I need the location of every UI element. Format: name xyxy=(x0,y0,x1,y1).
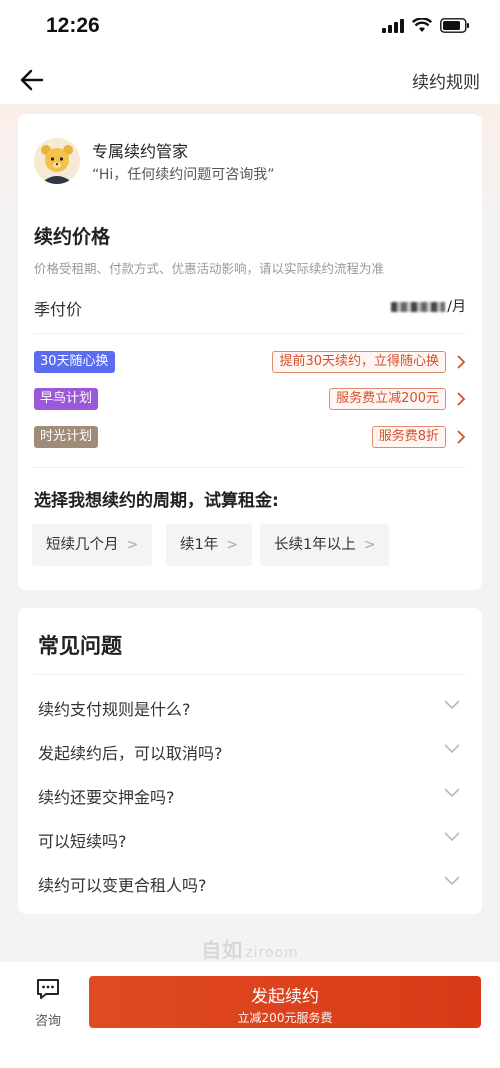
faq-item[interactable]: 发起续约后，可以取消吗? xyxy=(38,730,466,770)
period-option-long[interactable]: 长续1年以上 > xyxy=(260,524,390,566)
promo-row-early-bird[interactable]: 早鸟计划 服务费立减200元 xyxy=(34,388,466,412)
faq-item[interactable]: 续约还要交押金吗? xyxy=(38,774,466,814)
promo-desc: 服务费8折 xyxy=(371,426,446,448)
divider xyxy=(34,467,466,468)
bear-mascot-icon xyxy=(34,138,80,184)
renewal-rules-link[interactable]: 续约规则 xyxy=(412,68,480,93)
redacted-price xyxy=(391,302,446,312)
promo-right: 服务费8折 xyxy=(371,426,466,448)
renewal-card: 专属续约管家 “Hi，任何续约问题可咨询我” 续约价格 价格受租期、付款方式、优… xyxy=(18,114,482,590)
consult-label: 咨询 xyxy=(34,1014,61,1029)
divider xyxy=(34,333,466,334)
price-unit: /月 xyxy=(447,299,466,315)
status-bar: 12:26 xyxy=(0,0,500,56)
period-option-label: 长续1年以上 xyxy=(274,537,356,553)
promo-desc: 服务费立减200元 xyxy=(329,388,446,410)
chevron-right-icon xyxy=(457,430,466,444)
chevron-right-icon: > xyxy=(363,537,376,553)
period-option-label: 短续几个月 xyxy=(46,537,119,553)
faq-title: 常见问题 xyxy=(38,634,122,658)
watermark-cn: 自如 xyxy=(201,938,244,962)
consult-button[interactable]: 咨询 xyxy=(26,976,70,1029)
faq-item[interactable]: 续约支付规则是什么? xyxy=(38,686,466,726)
faq-item[interactable]: 可以短续吗? xyxy=(38,818,466,858)
chat-bubble-icon xyxy=(37,979,59,999)
chevron-down-icon xyxy=(444,788,460,798)
faq-item[interactable]: 续约可以变更合租人吗? xyxy=(38,862,466,902)
calc-title: 选择我想续约的周期，试算租金: xyxy=(34,491,279,511)
chevron-down-icon xyxy=(444,744,460,754)
advisor-name: 专属续约管家 xyxy=(92,142,189,161)
promo-desc: 提前30天续约，立得随心换 xyxy=(272,351,446,373)
period-option-short[interactable]: 短续几个月 > xyxy=(32,524,153,566)
back-arrow-icon[interactable] xyxy=(18,66,46,94)
promo-tag: 时光计划 xyxy=(34,426,99,448)
faq-question: 续约还要交押金吗? xyxy=(38,788,175,807)
cellular-signal-icon xyxy=(382,18,404,33)
promo-right: 提前30天续约，立得随心换 xyxy=(272,351,466,373)
cta-sub-label: 立减200元服务费 xyxy=(237,1011,333,1025)
battery-icon xyxy=(440,18,469,33)
status-icons xyxy=(382,18,470,33)
faq-card: 常见问题 续约支付规则是什么? 发起续约后，可以取消吗? 续约还要交押金吗? 可… xyxy=(18,608,482,914)
pricing-title: 续约价格 xyxy=(34,226,111,248)
faq-question: 续约可以变更合租人吗? xyxy=(38,876,207,895)
promo-row-time-plan[interactable]: 时光计划 服务费8折 xyxy=(34,426,466,450)
chevron-down-icon xyxy=(444,832,460,842)
ziroom-watermark: 自如 ziroom xyxy=(0,934,500,963)
advisor-message: “Hi，任何续约问题可咨询我” xyxy=(92,167,275,183)
cta-main-label: 发起续约 xyxy=(251,987,319,1007)
chevron-right-icon xyxy=(457,355,466,369)
pricing-note: 价格受租期、付款方式、优惠活动影响，请以实际续约流程为准 xyxy=(34,261,385,276)
advisor-section[interactable]: 专属续约管家 “Hi，任何续约问题可咨询我” xyxy=(34,138,454,198)
chevron-down-icon xyxy=(444,700,460,710)
promo-right: 服务费立减200元 xyxy=(329,388,466,410)
quarterly-price-label: 季付价 xyxy=(34,300,83,319)
quarterly-price-value: /月 xyxy=(391,296,466,316)
faq-question: 发起续约后，可以取消吗? xyxy=(38,744,223,763)
advisor-avatar xyxy=(34,138,80,184)
promo-tag: 早鸟计划 xyxy=(34,388,99,410)
faq-question: 可以短续吗? xyxy=(38,832,127,851)
watermark-en: ziroom xyxy=(245,945,299,961)
start-renewal-button[interactable]: 发起续约 立减200元服务费 xyxy=(89,976,481,1028)
status-time: 12:26 xyxy=(46,14,100,37)
chevron-right-icon: > xyxy=(226,537,238,553)
faq-question: 续约支付规则是什么? xyxy=(38,700,191,719)
bottom-action-bar: 咨询 发起续约 立减200元服务费 xyxy=(0,962,500,1068)
chevron-right-icon: > xyxy=(126,537,139,553)
wifi-icon xyxy=(412,18,432,32)
period-option-label: 续1年 xyxy=(180,537,219,553)
promo-row-30day[interactable]: 30天随心换 提前30天续约，立得随心换 xyxy=(34,351,466,375)
nav-bar: 续约规则 xyxy=(0,56,500,104)
period-option-1year[interactable]: 续1年 > xyxy=(166,524,252,566)
promo-tag: 30天随心换 xyxy=(34,351,115,373)
chevron-down-icon xyxy=(444,876,460,886)
divider xyxy=(34,674,466,675)
chevron-right-icon xyxy=(457,392,466,406)
quarterly-price-row: 季付价 /月 xyxy=(34,296,466,320)
